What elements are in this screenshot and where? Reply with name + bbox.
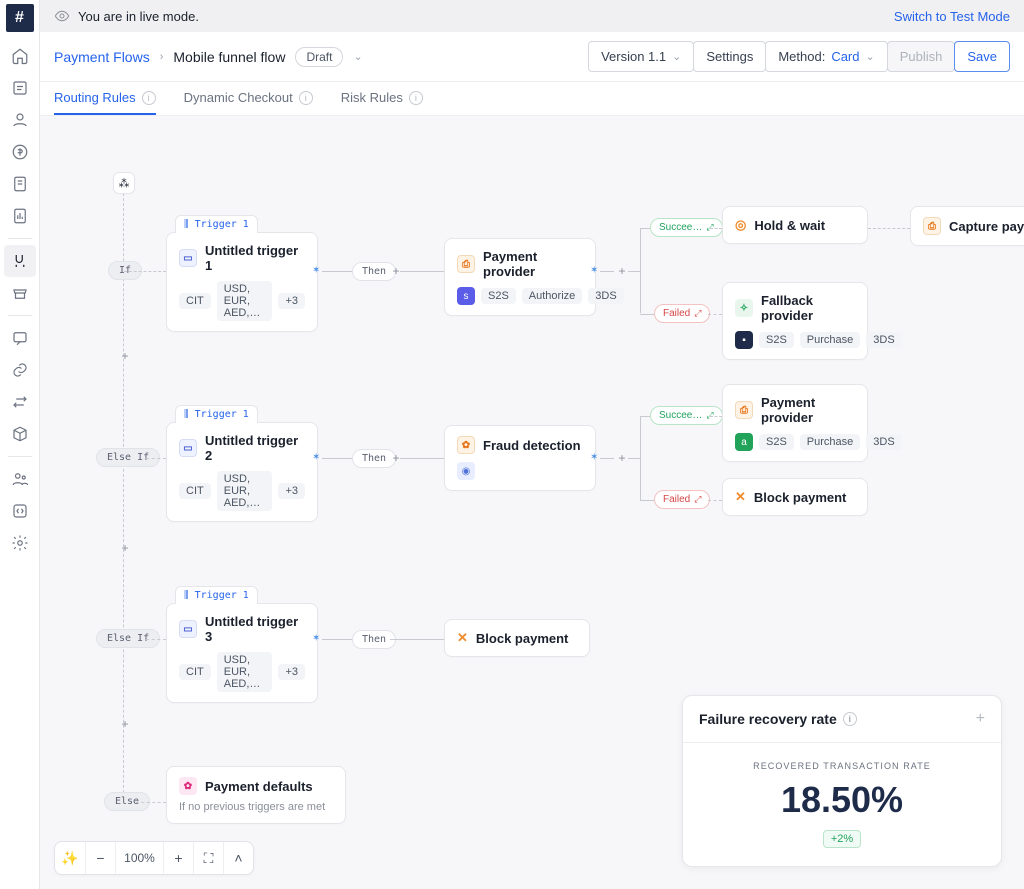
card-icon: ▭ (179, 439, 197, 457)
zoom-in-button[interactable]: + (163, 842, 193, 874)
block-icon: ✕ (735, 489, 746, 505)
trigger-1-node[interactable]: ⫼ Trigger 1 ▭Untitled trigger 1 CITUSD, … (166, 232, 318, 332)
nav-store-icon[interactable] (4, 277, 36, 309)
add-condition-button[interactable]: + (117, 716, 133, 732)
card-add-button[interactable]: + (976, 710, 985, 728)
connector-out-icon: ✶ (312, 452, 322, 462)
nav-package-icon[interactable] (4, 418, 36, 450)
payment-provider-node[interactable]: ⎙Payment provider sS2SAuthorize3DS (444, 238, 596, 316)
card-icon: ▭ (179, 249, 197, 267)
card-icon: ▭ (179, 620, 197, 638)
info-icon: i (299, 91, 313, 105)
fraud-plugin-icon: ◉ (457, 462, 475, 480)
eye-icon (54, 8, 70, 24)
trigger-tab: ⫼ Trigger 1 (175, 215, 258, 233)
nav-reports-icon[interactable] (4, 200, 36, 232)
failed-branch[interactable]: Failed⤢ (654, 490, 710, 509)
capture-payment-node[interactable]: ⎙Capture payment (910, 206, 1024, 246)
failure-recovery-card: Failure recovery rate i + RECOVERED TRANS… (682, 695, 1002, 867)
method-dropdown[interactable]: Method: Card⌄ (765, 41, 887, 72)
breadcrumb-current: Mobile funnel flow (173, 49, 285, 65)
nav-docs-icon[interactable] (4, 168, 36, 200)
connector-out-icon: ✶ (590, 452, 600, 462)
add-condition-button[interactable]: + (117, 348, 133, 364)
collapse-button[interactable]: ˄ (223, 842, 253, 874)
block-payment-2-node[interactable]: ✕Block payment (444, 619, 590, 657)
provider-icon: ⎙ (735, 401, 753, 419)
nav-home-icon[interactable] (4, 40, 36, 72)
info-icon: i (409, 91, 423, 105)
capture-icon: ⎙ (923, 217, 941, 235)
payment-defaults-node[interactable]: ✿Payment defaults If no previous trigger… (166, 766, 346, 824)
provider-icon: ⎙ (457, 255, 475, 273)
subtabs: Routing Rulesi Dynamic Checkouti Risk Ru… (40, 82, 1024, 116)
trigger-tab: ⫼ Trigger 1 (175, 586, 258, 604)
hold-icon: ◎ (735, 217, 746, 233)
add-condition-button[interactable]: + (117, 540, 133, 556)
nav-flows-icon[interactable] (4, 245, 36, 277)
chevron-down-icon[interactable]: ⌄ (353, 50, 362, 63)
settings-button[interactable]: Settings (693, 41, 766, 72)
failed-branch[interactable]: Failed⤢ (654, 304, 710, 323)
nav-code-icon[interactable] (4, 495, 36, 527)
nav-team-icon[interactable] (4, 463, 36, 495)
stats-value: 18.50% (701, 779, 983, 821)
stats-delta: +2% (823, 830, 861, 848)
left-nav-sidebar: # (0, 0, 40, 889)
nav-settings-icon[interactable] (4, 527, 36, 559)
live-mode-text: You are in live mode. (78, 9, 199, 24)
expand-icon: ⤢ (694, 494, 701, 505)
fallback-provider-node[interactable]: ✧Fallback provider ▪S2SPurchase3DS (722, 282, 868, 360)
fullscreen-button[interactable]: ⛶ (193, 842, 223, 874)
tab-routing-rules[interactable]: Routing Rulesi (54, 82, 156, 115)
draft-badge: Draft (295, 47, 343, 67)
payment-provider-2-node[interactable]: ⎙Payment provider aS2SPurchase3DS (722, 384, 868, 462)
info-icon[interactable]: i (843, 712, 857, 726)
flow-canvas[interactable]: ⁂ If ⫼ Trigger 1 ▭Untitled trigger 1 CIT… (40, 116, 1024, 889)
nav-link-icon[interactable] (4, 354, 36, 386)
defaults-icon: ✿ (179, 777, 197, 795)
page-header: Payment Flows › Mobile funnel flow Draft… (40, 32, 1024, 82)
trigger-2-node[interactable]: ⫼ Trigger 1 ▭Untitled trigger 2 CITUSD, … (166, 422, 318, 522)
expand-icon: ⤢ (694, 308, 701, 319)
s2s-icon: s (457, 287, 475, 305)
breadcrumb: Payment Flows › Mobile funnel flow Draft… (54, 47, 363, 67)
flow-start-node[interactable]: ⁂ (113, 172, 135, 194)
connector-out-icon: ✶ (312, 633, 322, 643)
stats-title: Failure recovery rate (699, 711, 837, 727)
trigger-3-node[interactable]: ⫼ Trigger 1 ▭Untitled trigger 3 CITUSD, … (166, 603, 318, 703)
switch-to-test-link[interactable]: Switch to Test Mode (894, 9, 1010, 24)
block-icon: ✕ (457, 630, 468, 646)
zoom-value: 100% (115, 842, 163, 874)
nav-customers-icon[interactable] (4, 104, 36, 136)
tab-dynamic-checkout[interactable]: Dynamic Checkouti (184, 82, 313, 115)
hold-wait-node[interactable]: ◎Hold & wait (722, 206, 868, 244)
fallback-icon: ✧ (735, 299, 753, 317)
publish-button: Publish (887, 41, 956, 72)
chevron-right-icon: › (160, 51, 164, 63)
connector-brand-icon: a (735, 433, 753, 451)
connector-brand-icon: ▪ (735, 331, 753, 349)
zoom-control: ✨ − 100% + ⛶ ˄ (54, 841, 254, 875)
live-mode-bar: You are in live mode. Switch to Test Mod… (40, 0, 1024, 32)
nav-chat-icon[interactable] (4, 322, 36, 354)
version-dropdown[interactable]: Version 1.1⌄ (588, 41, 694, 72)
stats-label: RECOVERED TRANSACTION RATE (701, 761, 983, 771)
tab-risk-rules[interactable]: Risk Rulesi (341, 82, 423, 115)
breadcrumb-parent[interactable]: Payment Flows (54, 49, 150, 65)
fraud-detection-node[interactable]: ✿Fraud detection ◉ (444, 425, 596, 491)
info-icon: i (142, 91, 156, 105)
app-logo[interactable]: # (6, 4, 34, 32)
nav-transactions-icon[interactable] (4, 72, 36, 104)
nav-finance-icon[interactable] (4, 136, 36, 168)
connector-out-icon: ✶ (590, 265, 600, 275)
trigger-tab: ⫼ Trigger 1 (175, 405, 258, 423)
connector-out-icon: ✶ (312, 265, 322, 275)
auto-layout-button[interactable]: ✨ (55, 842, 85, 874)
block-payment-node[interactable]: ✕Block payment (722, 478, 868, 516)
fraud-icon: ✿ (457, 436, 475, 454)
save-button[interactable]: Save (954, 41, 1010, 72)
zoom-out-button[interactable]: − (85, 842, 115, 874)
nav-swap-icon[interactable] (4, 386, 36, 418)
